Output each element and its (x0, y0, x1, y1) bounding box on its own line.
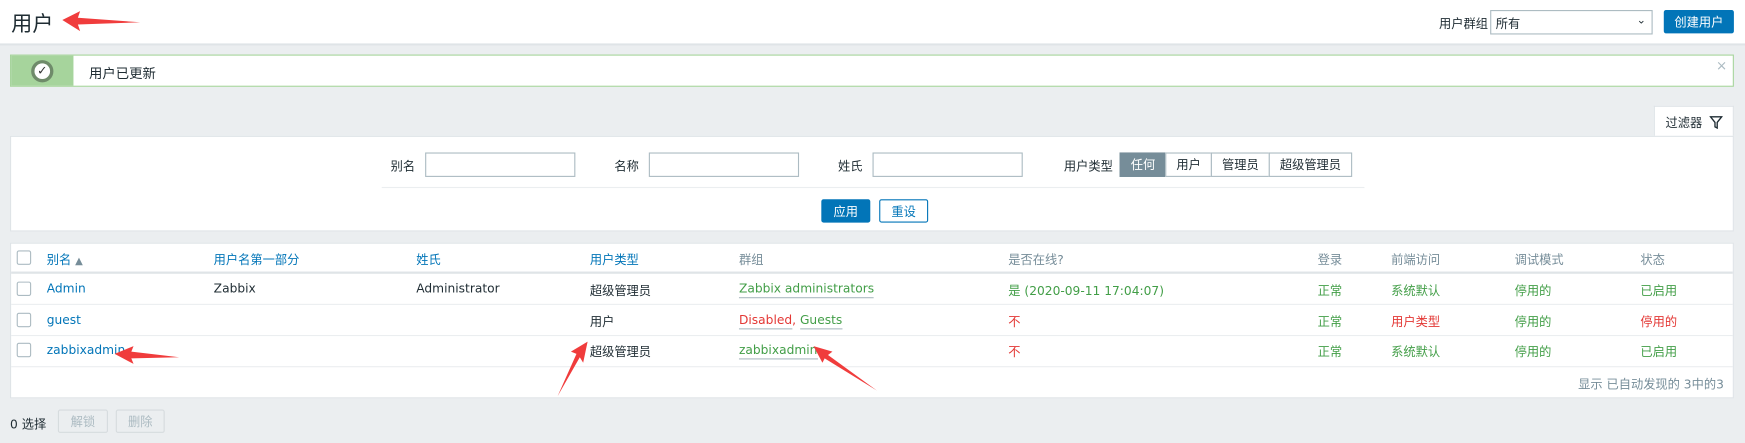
debug-mode: 停用的 (1514, 344, 1552, 360)
login-status[interactable]: 正常 (1318, 313, 1342, 331)
alias-label: 别名 (390, 159, 416, 174)
close-icon[interactable]: × (1716, 58, 1727, 74)
user-type-any[interactable]: 任何 (1119, 152, 1167, 177)
funnel-icon (1708, 115, 1723, 129)
user-type-super-admin[interactable]: 超级管理员 (1268, 152, 1353, 177)
column-frontend: 前端访问 (1391, 252, 1441, 268)
check-icon: ✓ (31, 59, 54, 82)
table-footer-count: 显示 已自动发现的 3中的3 (1578, 377, 1724, 392)
delete-button[interactable]: 删除 (115, 409, 165, 433)
user-status[interactable]: 停用的 (1640, 313, 1677, 331)
login-status[interactable]: 正常 (1318, 282, 1342, 300)
group-link[interactable]: Disabled (738, 312, 793, 330)
user-type-segmented: 任何 用户 管理员 超级管理员 (1119, 152, 1353, 177)
column-alias[interactable]: 别名 ▲ (47, 250, 83, 268)
user-type: 超级管理员 (589, 283, 652, 299)
surname-input[interactable] (872, 152, 1023, 177)
column-login: 登录 (1317, 252, 1343, 268)
page-header: 用户 用户群组 所有 ⌄ 创建用户 (0, 0, 1745, 46)
group-link[interactable]: zabbixadmin (738, 343, 818, 360)
row-checkbox[interactable] (16, 281, 32, 297)
group-separator: , (792, 312, 800, 328)
row-checkbox[interactable] (16, 312, 32, 328)
name-label: 名称 (614, 159, 639, 174)
apply-button[interactable]: 应用 (821, 199, 871, 223)
user-type: 超级管理员 (589, 344, 652, 360)
group-link[interactable]: Guests (800, 312, 843, 330)
sort-asc-icon: ▲ (75, 255, 83, 268)
groups-cell: Disabled, Guests (738, 312, 843, 330)
selected-count: 0 选择 (10, 417, 47, 432)
user-status: 已启用 (1640, 283, 1678, 299)
frontend-access: 系统默认 (1391, 283, 1441, 299)
user-group-value: 所有 (1495, 16, 1521, 32)
surname: Administrator (416, 281, 500, 297)
message-text: 用户已更新 (89, 65, 156, 82)
users-table: 别名 ▲ 用户名第一部分 姓氏 用户类型 群组 是否在线? 登录 前端访问 调试… (10, 242, 1734, 399)
column-surname[interactable]: 姓氏 (416, 250, 440, 268)
user-type-label: 用户类型 (1063, 159, 1113, 174)
column-debug: 调试模式 (1514, 252, 1564, 268)
user-type-user[interactable]: 用户 (1165, 152, 1212, 177)
online-status: 不 (1008, 344, 1021, 360)
group-link[interactable]: Zabbix administrators (738, 282, 875, 299)
user-group-select[interactable]: 所有 ⌄ (1490, 10, 1653, 35)
user-group-label: 用户群组 (1438, 16, 1488, 32)
row-divider (11, 366, 1733, 368)
chevron-down-icon: ⌄ (1636, 14, 1646, 27)
page-title: 用户 (11, 12, 54, 37)
column-name[interactable]: 用户名第一部分 (214, 250, 300, 268)
row-divider (11, 334, 1733, 337)
frontend-access: 用户类型 (1391, 314, 1441, 330)
first-name: Zabbix (213, 281, 256, 297)
filter-tab[interactable]: 过滤器 (1653, 105, 1734, 137)
user-type: 用户 (589, 314, 615, 330)
alias-input[interactable] (425, 152, 576, 177)
column-online: 是否在线? (1008, 252, 1064, 268)
create-user-button[interactable]: 创建用户 (1663, 10, 1734, 34)
alias-link[interactable]: zabbixadmin (47, 343, 125, 357)
user-type-admin[interactable]: 管理员 (1210, 152, 1270, 177)
column-user-type[interactable]: 用户类型 (590, 250, 639, 268)
login-status[interactable]: 正常 (1318, 343, 1342, 361)
unlock-button[interactable]: 解锁 (57, 409, 108, 433)
select-all-checkbox[interactable] (16, 250, 32, 265)
filter-panel: 别名 名称 姓氏 用户类型 任何 用户 管理员 超级管理员 应用 重设 (10, 135, 1734, 232)
online-status: 是 (2020-09-11 17:04:07) (1008, 283, 1164, 299)
alias-link[interactable]: guest (47, 313, 81, 327)
name-input[interactable] (648, 152, 800, 177)
alias-link[interactable]: Admin (47, 282, 86, 296)
surname-label: 姓氏 (838, 159, 863, 174)
row-checkbox[interactable] (16, 342, 32, 358)
row-divider (11, 303, 1733, 305)
online-status: 不 (1008, 314, 1021, 330)
user-status[interactable]: 已启用 (1640, 343, 1677, 361)
debug-mode: 停用的 (1514, 283, 1552, 299)
users-page: 用户 用户群组 所有 ⌄ 创建用户 ✓ 用户已更新 × 过滤器 别名 名称 姓氏 … (0, 0, 1745, 443)
column-groups: 群组 (738, 252, 764, 268)
success-message: ✓ 用户已更新 × (10, 54, 1734, 87)
reset-button[interactable]: 重设 (879, 199, 929, 223)
header-divider (11, 271, 1733, 274)
filter-divider (381, 186, 1365, 189)
column-status: 状态 (1640, 252, 1665, 268)
frontend-access: 系统默认 (1391, 344, 1441, 360)
filter-tab-label: 过滤器 (1665, 115, 1703, 130)
debug-mode: 停用的 (1514, 314, 1552, 330)
